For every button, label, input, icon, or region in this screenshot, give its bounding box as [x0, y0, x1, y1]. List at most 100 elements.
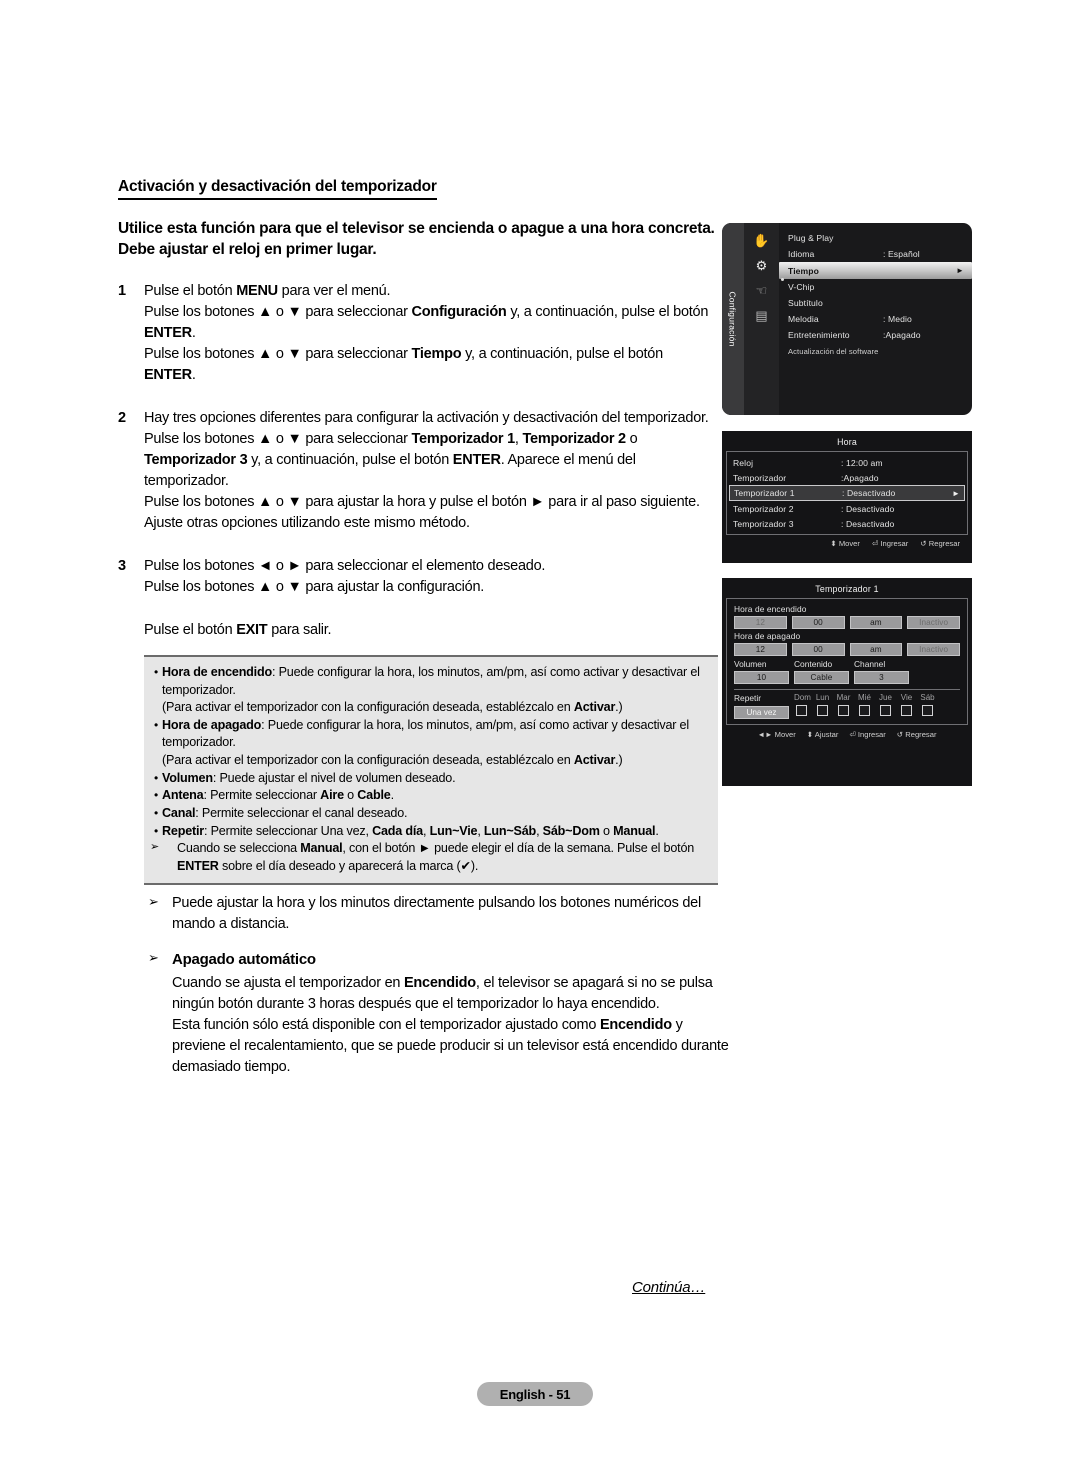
weekday-sáb[interactable]: Sáb — [920, 693, 935, 716]
page-title: Activación y desactivación del temporiza… — [118, 178, 437, 200]
arrow-icon: ➢ — [150, 841, 160, 854]
hint-ingresar: ⏎ Ingresar — [849, 730, 886, 739]
arrow-icon: ➢ — [148, 950, 159, 966]
repeat-value[interactable]: Una vez — [734, 706, 789, 719]
hora-row[interactable]: Temporizador 2: Desactivado — [727, 501, 967, 516]
menu-item-label: Plug & Play — [788, 233, 834, 243]
picture-icon[interactable]: ✋ — [752, 232, 771, 248]
timer-field[interactable]: Inactivo — [907, 643, 960, 656]
note-item: ➢ Apagado automático Cuando se ajusta el t… — [148, 949, 733, 1078]
hora-row-value: : Desactivado — [841, 503, 895, 514]
menu-item-melodia[interactable]: Melodia: Medio — [779, 311, 972, 327]
bullet-icon: • — [153, 770, 158, 785]
step-number: 1 — [118, 282, 126, 299]
menu-item-list: Plug & Play Idioma : Español Tiempo ► V-Chip S… — [779, 223, 972, 415]
menu-item-value: : Español — [883, 249, 920, 259]
weekday-lun[interactable]: Lun — [815, 693, 830, 716]
hint-mover: ◄► Mover — [757, 730, 796, 739]
hora-row[interactable]: Temporizador:Apagado — [727, 470, 967, 485]
menu-item-v-chip[interactable]: V-Chip — [779, 279, 972, 295]
timer-field[interactable]: 12 — [734, 643, 787, 656]
column-value[interactable]: 3 — [854, 671, 909, 684]
note-text: (Para activar el temporizador con la con… — [162, 753, 623, 768]
settings-gear-icon[interactable]: ⚙ — [752, 257, 771, 273]
timer1-column-values: 10 Cable 3 — [734, 671, 960, 684]
hora-row-label: Reloj — [733, 457, 754, 468]
divider — [734, 689, 960, 690]
note-text: Hora de apagado: Puede configurar la hor… — [162, 717, 689, 750]
timer-field[interactable]: 00 — [791, 616, 845, 629]
column-value[interactable]: Cable — [794, 671, 849, 684]
note-text: (Para activar el temporizador con la con… — [162, 700, 623, 715]
menu-item-entretenimiento[interactable]: Entretenimiento:Apagado — [779, 327, 972, 343]
hora-row-label: Temporizador 1 — [734, 488, 795, 498]
bottom-notes: ➢ Puede ajustar la hora y los minutos dir… — [148, 893, 733, 1092]
menu-rail: Configuración — [722, 223, 744, 415]
menu-item-tiempo[interactable]: Tiempo ► — [779, 262, 972, 279]
menu-item-plug-play[interactable]: Plug & Play — [779, 230, 972, 246]
weekday-checkbox[interactable] — [796, 705, 807, 716]
note-text: Repetir: Permite seleccionar Una vez, Ca… — [162, 823, 659, 838]
timer-field[interactable]: 00 — [791, 643, 845, 656]
weekday-vie[interactable]: Vie — [899, 693, 914, 716]
hora-row[interactable]: Reloj: 12:00 am — [727, 455, 967, 470]
hora-row[interactable]: Temporizador 1: Desactivado ► — [729, 485, 965, 501]
column-header: Contenido — [794, 659, 833, 669]
note-row: • Volumen: Puede ajustar el nivel de volu… — [150, 770, 708, 788]
note-item: ➢ Puede ajustar la hora y los minutos dir… — [148, 893, 733, 935]
menu-item-subt-tulo[interactable]: Subtítulo — [779, 295, 972, 311]
hora-row-label: Temporizador 3 — [733, 518, 794, 529]
weekday-label: Sáb — [920, 693, 935, 702]
weekday-checkbox[interactable] — [859, 705, 870, 716]
weekday-jue[interactable]: Jue — [878, 693, 893, 716]
timer-field[interactable]: am — [849, 643, 903, 656]
repeat-label: Repetir — [734, 693, 761, 703]
hora-title: Hora — [837, 437, 857, 447]
menu-item-idioma[interactable]: Idioma : Español — [779, 246, 972, 262]
weekday-checkbox[interactable] — [817, 705, 828, 716]
weekday-dom[interactable]: Dom — [794, 693, 811, 716]
note-row: • Hora de apagado: Puede configurar la ho… — [150, 717, 708, 752]
weekday-checkbox[interactable] — [901, 705, 912, 716]
timer-field[interactable]: 12 — [734, 616, 787, 629]
chevron-right-icon: ► — [951, 488, 960, 498]
menu-item-value: : Medio — [883, 314, 912, 324]
note-row: • Repetir: Permite seleccionar Una vez, C… — [150, 823, 708, 841]
screen-icon[interactable]: ▤ — [752, 307, 771, 323]
off-time-fields: 12 00 am Inactivo — [734, 643, 960, 656]
weekday-label: Mar — [836, 693, 851, 702]
weekday-mar[interactable]: Mar — [836, 693, 851, 716]
input-icon[interactable]: ☜ — [752, 282, 771, 298]
intro-paragraph: Utilice esta función para que el televis… — [118, 220, 715, 259]
menu-item-label: Idioma — [788, 249, 815, 259]
weekday-checkbox[interactable] — [880, 705, 891, 716]
weekday-checkbox[interactable] — [838, 705, 849, 716]
bullet-icon: • — [153, 823, 158, 838]
step-item: 3 Pulse los botones ◄ o ► para selecciona… — [118, 556, 718, 598]
page-number-badge: English - 51 — [477, 1382, 593, 1406]
arrow-icon: ➢ — [148, 894, 159, 909]
steps-list: 1 Pulse el botón MENU para ver el menú. Pu… — [118, 281, 718, 598]
timer-field[interactable]: Inactivo — [907, 616, 960, 629]
step-text: Pulse el botón MENU para ver el menú. Pul… — [144, 282, 709, 383]
timer-field[interactable]: am — [849, 616, 903, 629]
note-row: ➢ Cuando se selecciona Manual, con el bot… — [150, 840, 708, 875]
weekday-mié[interactable]: Mié — [857, 693, 872, 716]
menu-item-label: Actualización del software — [788, 346, 879, 356]
note-text: Cuando se selecciona Manual, con el botó… — [177, 841, 695, 873]
selection-marker-dot — [781, 278, 784, 281]
hora-row[interactable]: Temporizador 3: Desactivado — [727, 516, 967, 531]
weekday-checkbox[interactable] — [922, 705, 933, 716]
note-text: Puede ajustar la hora y los minutos dire… — [172, 895, 701, 933]
step-item: 1 Pulse el botón MENU para ver el menú. Pu… — [118, 281, 718, 386]
hint-regresar: ↺ Regresar — [896, 730, 937, 739]
note-row: • Antena: Permite seleccionar Aire o Cabl… — [150, 787, 708, 805]
note-text: Antena: Permite seleccionar Aire o Cable… — [162, 788, 394, 803]
bullet-icon: • — [153, 664, 158, 679]
hora-row-list: Reloj: 12:00 am Temporizador:Apagado Tempo… — [726, 451, 968, 535]
note-row: (Para activar el temporizador con la con… — [150, 752, 708, 770]
column-value[interactable]: 10 — [734, 671, 789, 684]
tv-menu-hora: Hora Reloj: 12:00 am Temporizador:Apagado… — [722, 431, 972, 563]
menu-item-actualizaci-n-del-software[interactable]: Actualización del software — [779, 343, 972, 359]
weekday-label: Jue — [879, 693, 892, 702]
